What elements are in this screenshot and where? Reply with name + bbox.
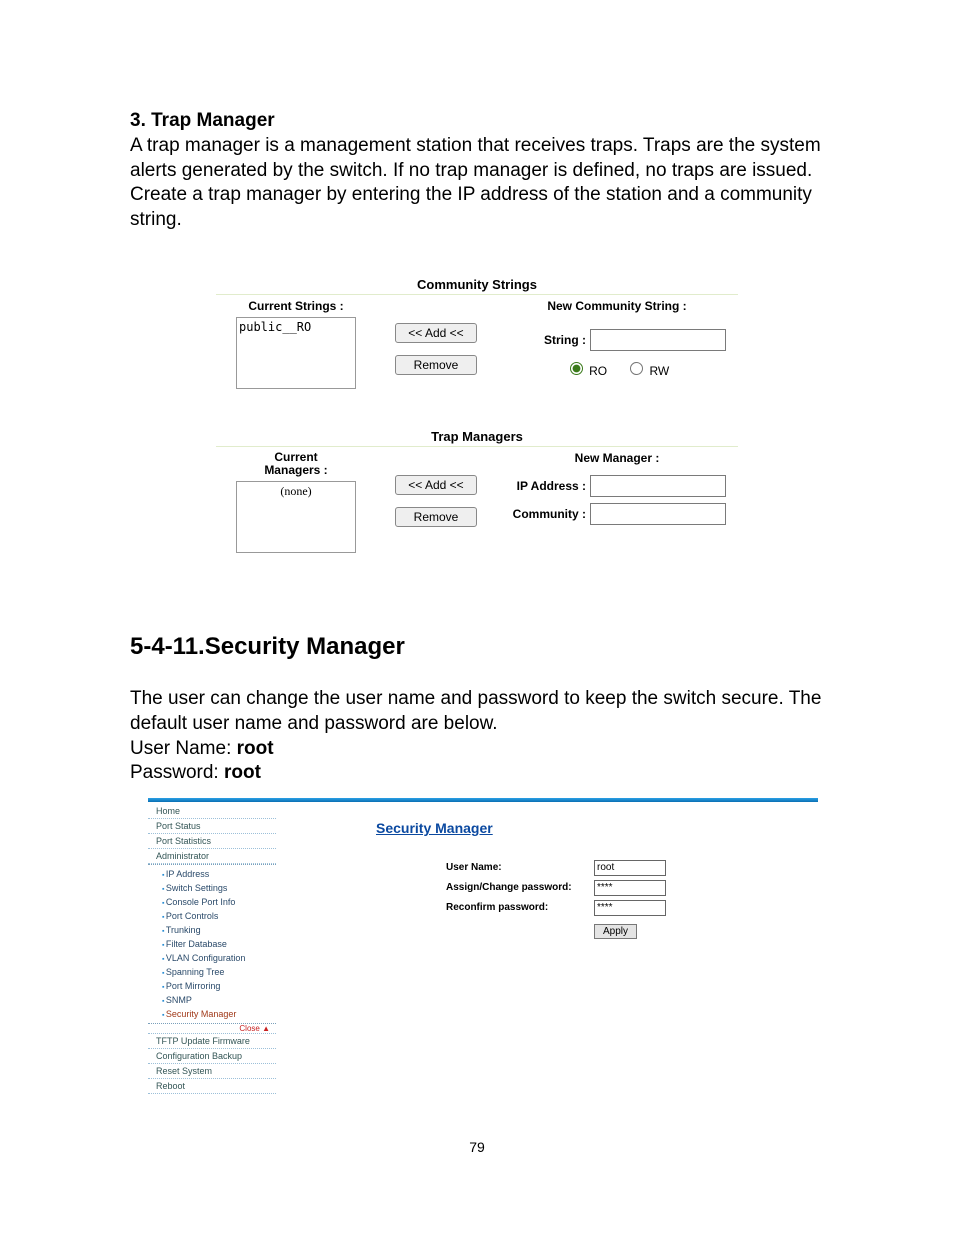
ip-address-label: IP Address :	[496, 479, 586, 493]
menu-reset-system[interactable]: Reset System	[148, 1064, 276, 1079]
figure-security-manager: Home Port Status Port Statistics Adminis…	[148, 798, 818, 1096]
figure-community-trap: Community Strings Current Strings : publ…	[216, 277, 738, 583]
ip-address-input[interactable]	[590, 475, 726, 497]
remove-manager-button[interactable]: Remove	[395, 507, 477, 527]
string-input[interactable]	[590, 329, 726, 351]
community-strings-title: Community Strings	[216, 277, 738, 295]
assign-password-input[interactable]	[594, 880, 666, 896]
sidebar-close[interactable]: Close ▲	[148, 1024, 276, 1034]
content-title: Security Manager	[376, 820, 798, 836]
add-manager-button[interactable]: << Add <<	[395, 475, 477, 495]
menu-tftp-update[interactable]: TFTP Update Firmware	[148, 1034, 276, 1049]
apply-button[interactable]: Apply	[594, 924, 637, 939]
default-password: Password: root	[130, 761, 824, 786]
submenu-filter-database[interactable]: Filter Database	[148, 937, 276, 951]
submenu-port-controls[interactable]: Port Controls	[148, 909, 276, 923]
new-community-string-label: New Community String :	[496, 299, 738, 313]
submenu-port-mirroring[interactable]: Port Mirroring	[148, 979, 276, 993]
submenu-switch-settings[interactable]: Switch Settings	[148, 881, 276, 895]
submenu-security-manager[interactable]: Security Manager	[148, 1007, 276, 1021]
trap-managers-title: Trap Managers	[216, 429, 738, 447]
rw-label: RW	[649, 364, 669, 378]
submenu-vlan-configuration[interactable]: VLAN Configuration	[148, 951, 276, 965]
submenu-snmp[interactable]: SNMP	[148, 993, 276, 1007]
username-label: User Name:	[446, 862, 594, 873]
reconfirm-password-input[interactable]	[594, 900, 666, 916]
community-input[interactable]	[590, 503, 726, 525]
submenu-spanning-tree[interactable]: Spanning Tree	[148, 965, 276, 979]
menu-home[interactable]: Home	[148, 804, 276, 819]
menu-port-statistics[interactable]: Port Statistics	[148, 834, 276, 849]
current-managers-listbox[interactable]: (none)	[236, 481, 356, 553]
trap-manager-heading: 3. Trap Manager	[130, 110, 824, 132]
sidebar: Home Port Status Port Statistics Adminis…	[148, 802, 276, 1096]
trap-manager-paragraph: A trap manager is a management station t…	[130, 134, 824, 233]
assign-password-label: Assign/Change password:	[446, 882, 594, 893]
new-manager-label: New Manager :	[496, 451, 738, 465]
ro-label: RO	[589, 364, 607, 378]
current-strings-label: Current Strings :	[216, 299, 376, 313]
username-input[interactable]	[594, 860, 666, 876]
security-intro: The user can change the user name and pa…	[130, 687, 824, 736]
submenu-trunking[interactable]: Trunking	[148, 923, 276, 937]
menu-administrator[interactable]: Administrator	[148, 849, 276, 864]
string-field-label: String :	[496, 333, 586, 347]
add-string-button[interactable]: << Add <<	[395, 323, 477, 343]
rw-radio[interactable]: RW	[625, 359, 669, 378]
current-managers-label: CurrentManagers :	[216, 451, 376, 477]
default-username: User Name: root	[130, 737, 824, 762]
submenu-ip-address[interactable]: IP Address	[148, 867, 276, 881]
security-manager-heading: 5-4-11.Security Manager	[130, 633, 824, 661]
ro-radio[interactable]: RO	[565, 359, 607, 378]
submenu-console-port-info[interactable]: Console Port Info	[148, 895, 276, 909]
page-number: 79	[0, 1139, 954, 1155]
remove-string-button[interactable]: Remove	[395, 355, 477, 375]
reconfirm-password-label: Reconfirm password:	[446, 902, 594, 913]
community-label: Community :	[496, 507, 586, 521]
menu-config-backup[interactable]: Configuration Backup	[148, 1049, 276, 1064]
menu-port-status[interactable]: Port Status	[148, 819, 276, 834]
current-strings-listbox[interactable]: public__RO	[236, 317, 356, 389]
menu-reboot[interactable]: Reboot	[148, 1079, 276, 1094]
